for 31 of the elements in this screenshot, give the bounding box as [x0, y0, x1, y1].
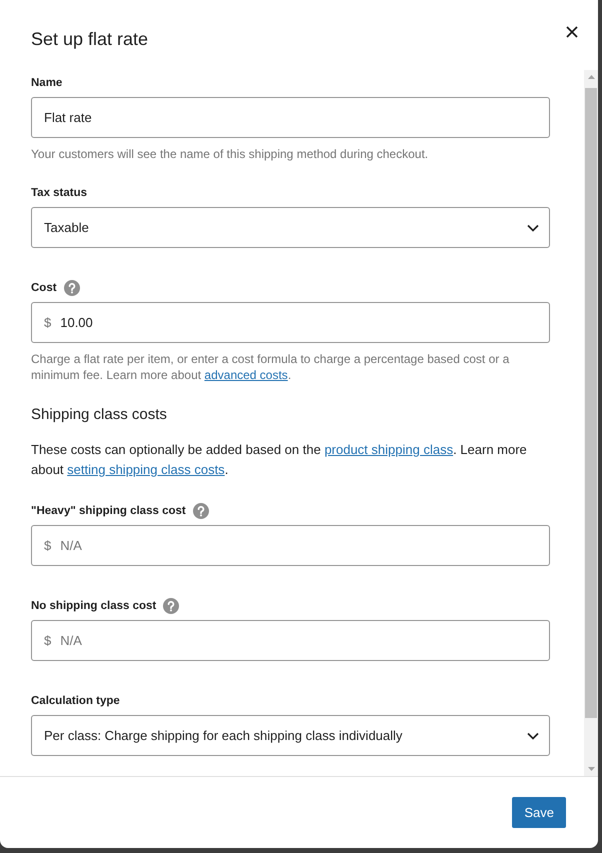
save-button[interactable]: Save — [512, 797, 566, 828]
description-text: These costs can optionally be added based on the product shipping class. Learn more about setting shipping class costs. — [31, 441, 528, 479]
field-label: "Heavy" shipping class cost — [31, 504, 186, 519]
scrollbar[interactable] — [584, 70, 598, 776]
field-label: Tax status — [31, 186, 88, 201]
text-link[interactable]: product shipping class — [324, 442, 454, 457]
text-link[interactable]: advanced costs — [204, 368, 288, 382]
field-label: No shipping class cost — [31, 599, 156, 614]
scrollbar-thumb[interactable] — [585, 88, 597, 718]
close-icon — [566, 26, 578, 38]
help-text: Charge a flat rate per item, or enter a cost formula to charge a percentage based cost or a minimum fee. Learn more about advanced costs. — [31, 351, 510, 383]
dropdown[interactable]: Taxable — [31, 207, 550, 248]
scroll-up-arrow-icon[interactable] — [588, 75, 594, 79]
help-icon[interactable] — [163, 598, 180, 614]
price-field[interactable]: $ 10.00 — [31, 302, 550, 343]
dialog-title: Set up flat rate — [31, 28, 148, 51]
text-field[interactable]: Flat rate — [31, 97, 550, 138]
chevron-down-icon — [527, 224, 539, 232]
scroll-down-arrow-icon[interactable] — [588, 767, 594, 771]
section-heading: Shipping class costs — [31, 405, 168, 425]
chevron-down-icon — [527, 732, 539, 740]
text-link[interactable]: setting shipping class costs — [67, 462, 225, 477]
price-field[interactable]: $ N/A — [31, 525, 550, 566]
field-label: Name — [31, 76, 62, 91]
price-field[interactable]: $ N/A — [31, 620, 550, 661]
help-icon[interactable] — [64, 280, 80, 296]
help-text: Your customers will see the name of this shipping method during checkout. — [31, 146, 430, 162]
dropdown[interactable]: Per class: Charge shipping for each shipping class individually — [31, 715, 550, 756]
help-icon[interactable] — [192, 503, 209, 519]
field-label: Cost — [31, 281, 57, 296]
field-label: Calculation type — [31, 694, 120, 709]
